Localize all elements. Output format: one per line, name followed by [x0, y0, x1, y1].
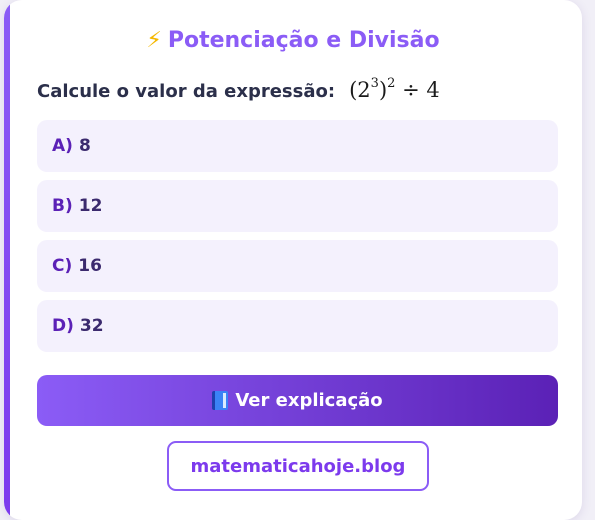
quiz-title: ⚡ Potenciação e Divisão [4, 28, 582, 53]
quiz-title-text: Potenciação e Divisão [167, 28, 440, 53]
option-letter: C) [52, 256, 73, 276]
option-letter: A) [52, 136, 73, 156]
option-a[interactable]: A) 8 [37, 120, 558, 172]
option-value: 32 [79, 316, 104, 336]
option-letter: B) [52, 196, 73, 216]
blue-book-icon [212, 391, 229, 410]
view-explanation-button[interactable]: Ver explicação [37, 375, 558, 426]
option-d[interactable]: D) 32 [37, 300, 558, 352]
expression-divisor: 4 [426, 78, 440, 102]
card-accent-bar [4, 0, 10, 520]
expression-inner-exponent: 3 [370, 76, 379, 91]
expression-base: 2 [357, 78, 371, 102]
option-letter: D) [52, 316, 74, 336]
view-explanation-label: Ver explicação [235, 390, 383, 411]
option-b[interactable]: B) 12 [37, 180, 558, 232]
expression-outer-exponent: 2 [387, 76, 396, 91]
quiz-card: ⚡ Potenciação e Divisão Calcule o valor d… [4, 0, 582, 520]
question-prompt: Calcule o valor da expressão: [37, 81, 336, 102]
expression-operator: ÷ [402, 78, 420, 102]
math-expression: (23)2 ÷ 4 [349, 76, 440, 102]
option-value: 8 [78, 136, 91, 156]
question-row: Calcule o valor da expressão: (23)2 ÷ 4 [37, 76, 440, 102]
option-value: 16 [78, 256, 102, 276]
lightning-bolt-icon: ⚡ [146, 28, 162, 53]
option-value: 12 [78, 196, 103, 216]
option-c[interactable]: C) 16 [37, 240, 558, 292]
blog-link[interactable]: matematicahoje.blog [167, 441, 429, 491]
